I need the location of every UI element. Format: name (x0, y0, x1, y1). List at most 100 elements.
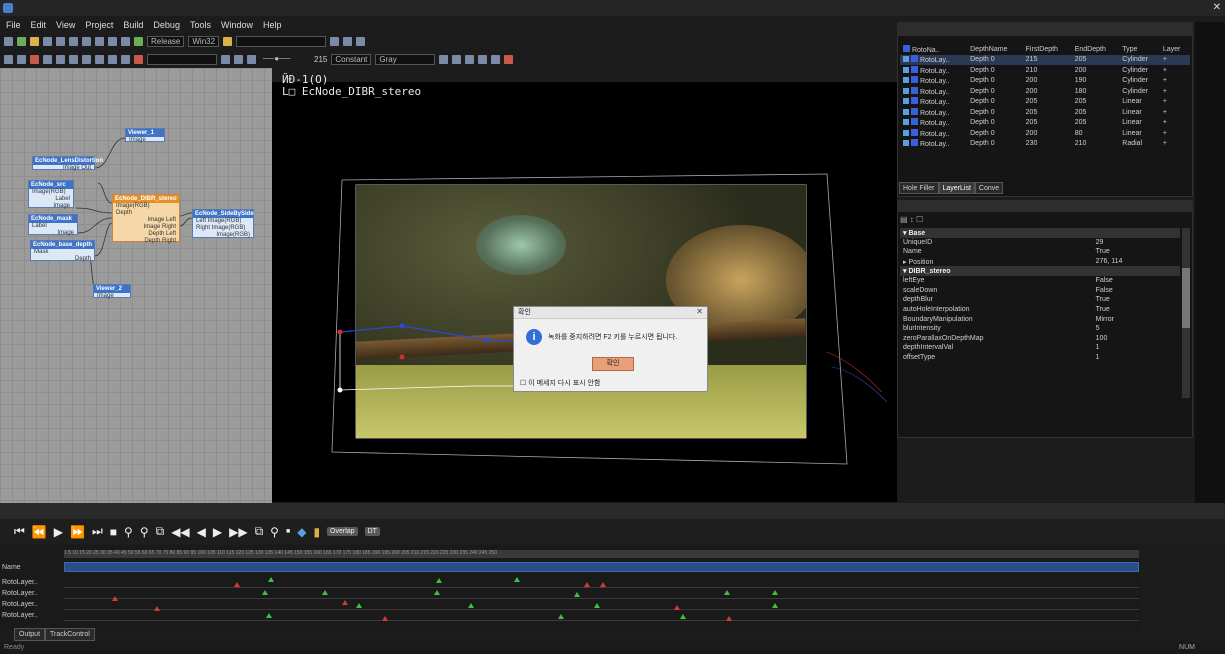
table-row[interactable]: RotoLay.. Depth 0 205 205 Linear + (900, 97, 1190, 108)
new-file-icon[interactable] (4, 36, 13, 46)
keyframe-marker[interactable] (600, 582, 606, 587)
wave-tool-icon[interactable] (121, 54, 130, 64)
menu-build[interactable]: Build (123, 18, 143, 32)
keyframe-marker[interactable] (772, 590, 778, 595)
view-c-icon[interactable] (465, 54, 475, 64)
zoom-slider[interactable]: ──●── (260, 54, 310, 65)
menu-edit[interactable]: Edit (31, 18, 47, 32)
tab-layer-list[interactable]: LayerList (938, 182, 975, 194)
fast-forward-icon[interactable]: ⏩ (70, 525, 85, 539)
frame-ruler[interactable]: 1 5 10 15 20 25 30 35 40 45 50 55 60 65 … (64, 550, 1139, 558)
next-frame-icon[interactable]: ▶ (213, 525, 222, 539)
property-row[interactable]: ▸ Position 276, 114 (900, 257, 1180, 267)
view-f-icon[interactable] (504, 54, 514, 64)
table-row[interactable]: RotoLay.. Depth 0 205 205 Linear + (900, 118, 1190, 129)
keyframe-marker[interactable] (468, 603, 474, 608)
keyframe-marker[interactable] (594, 603, 600, 608)
keyframe-marker[interactable] (234, 582, 240, 587)
paste-key-icon[interactable]: ⧉ (255, 524, 264, 539)
keyframe-marker[interactable] (674, 605, 680, 610)
undo-icon[interactable] (108, 36, 117, 46)
property-row[interactable]: depthIntervalVal 1 (900, 343, 1180, 353)
node-graph-editor[interactable]: Viewer_1 Image EcNode_LensDistortion Image… (0, 68, 272, 503)
grid-icon[interactable] (221, 54, 230, 64)
menu-file[interactable]: File (6, 18, 21, 32)
keyframe-marker[interactable] (574, 592, 580, 597)
zoom-slider-icon[interactable] (247, 54, 256, 64)
dialog-close-icon[interactable]: ✕ (696, 307, 703, 316)
property-pages-icon[interactable]: ☐ (916, 215, 923, 224)
keyframe-marker[interactable] (726, 616, 732, 621)
dont-show-checkbox[interactable]: ☐ 이 메세지 다시 표시 안함 (520, 378, 600, 388)
property-row[interactable]: scaleDown False (900, 286, 1180, 296)
transform-tool-icon[interactable] (95, 54, 104, 64)
layer-select[interactable] (147, 53, 217, 65)
tab-hole-filler[interactable]: Hole Filler (899, 182, 939, 194)
view-a-icon[interactable] (439, 54, 449, 64)
alphabetical-icon[interactable]: ↕ (910, 215, 914, 224)
save-icon[interactable] (43, 36, 52, 46)
star-tool-icon[interactable] (82, 54, 91, 64)
prev-key-icon[interactable]: ◀◀ (171, 525, 189, 539)
table-row[interactable]: RotoLay.. Depth 0 200 190 Cylinder + (900, 76, 1190, 87)
node-src[interactable]: EcNode_src Image(RGB) Label Image (28, 180, 74, 209)
property-row[interactable]: UniqueID 29 (900, 238, 1180, 248)
toolbox-icon[interactable] (356, 36, 366, 46)
view-b-icon[interactable] (452, 54, 462, 64)
color-bar-icon[interactable]: ▮ (313, 525, 320, 539)
property-row[interactable]: autoHoleInterpolation True (900, 305, 1180, 315)
properties-scrollbar[interactable] (1182, 228, 1190, 398)
next-key-icon[interactable]: ▶▶ (229, 525, 247, 539)
menu-view[interactable]: View (56, 18, 75, 32)
property-row[interactable]: depthBlur True (900, 295, 1180, 305)
color-mode-select[interactable]: Gray (375, 53, 436, 65)
track-label[interactable]: RotoLayer.. (2, 577, 62, 588)
menu-window[interactable]: Window (221, 18, 253, 32)
node-lens-distortion[interactable]: EcNode_LensDistortion Image Out (32, 156, 103, 171)
redo-icon[interactable] (121, 36, 130, 46)
keyframe-marker[interactable] (268, 577, 274, 582)
keyframe-marker[interactable] (558, 614, 564, 619)
menu-project[interactable]: Project (85, 18, 113, 32)
platform-select[interactable]: Win32 (188, 35, 220, 47)
table-row[interactable]: RotoLay.. Depth 0 200 180 Cylinder + (900, 86, 1190, 97)
spline-tool-icon[interactable] (43, 54, 52, 64)
overlap-button[interactable]: Overlap (327, 527, 358, 536)
node-viewer-2[interactable]: Viewer_2 Image (93, 284, 131, 299)
keyframe-marker[interactable] (154, 606, 160, 611)
add-item-icon[interactable] (17, 36, 26, 46)
table-row[interactable]: RotoLay.. Depth 0 230 210 Radial + (900, 139, 1190, 150)
point-tool-icon[interactable] (69, 54, 78, 64)
frame-range-bar[interactable] (64, 562, 1139, 572)
window-close-icon[interactable]: ✕ (1213, 2, 1221, 13)
categorized-icon[interactable]: ▤ (900, 215, 908, 224)
config-select[interactable]: Release (147, 35, 185, 47)
keyframe-marker[interactable] (266, 613, 272, 618)
keyframe-marker[interactable] (436, 578, 442, 583)
tab-conve[interactable]: Conve (974, 182, 1004, 194)
node-mask[interactable]: EcNode_mask Label Image (28, 214, 78, 236)
keyframe-marker[interactable] (584, 582, 590, 587)
property-row[interactable]: BoundaryManipulation Mirror (900, 314, 1180, 324)
key-link-icon[interactable]: ⚲ (270, 525, 279, 539)
track-label[interactable]: RotoLayer.. (2, 588, 62, 599)
select-tool-icon[interactable] (4, 54, 13, 64)
last-frame-icon[interactable]: ⏭ (92, 524, 103, 539)
property-row[interactable]: zeroParallaxOnDepthMap 100 (900, 334, 1180, 344)
scrollbar-thumb[interactable] (1182, 268, 1190, 328)
copy-icon[interactable] (82, 36, 91, 46)
matte-icon[interactable]: ■ (286, 528, 290, 535)
keyframe-marker[interactable] (356, 603, 362, 608)
find-input[interactable] (236, 35, 327, 47)
play-icon[interactable]: ▶ (54, 525, 63, 539)
keyframe-marker[interactable] (680, 614, 686, 619)
menu-debug[interactable]: Debug (153, 18, 180, 32)
keyframe-marker[interactable] (514, 577, 520, 582)
keyframe-marker[interactable] (772, 603, 778, 608)
first-frame-icon[interactable]: ⏮ (14, 524, 25, 539)
property-row[interactable]: leftEye False (900, 276, 1180, 286)
ok-button[interactable]: 확인 (592, 357, 634, 371)
node-side-by-side[interactable]: EcNode_SideBySide Left Image(RGB) Right Im… (192, 209, 254, 238)
node-viewer-1[interactable]: Viewer_1 Image (125, 128, 165, 143)
keyframe-marker[interactable] (382, 616, 388, 621)
